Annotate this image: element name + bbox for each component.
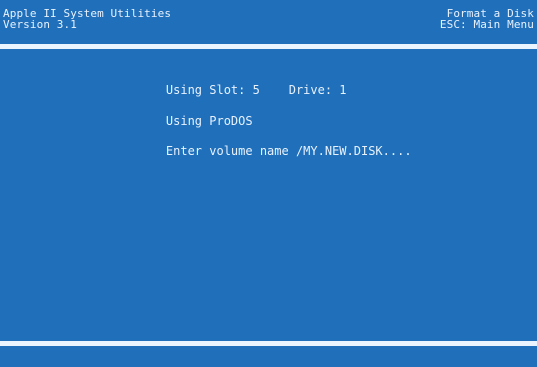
header-right: Format a Disk ESC: Main Menu <box>440 8 534 30</box>
header-rule <box>0 44 537 49</box>
escape-main-menu-hint[interactable]: ESC: Main Menu <box>440 19 534 30</box>
footer-rule <box>0 341 537 346</box>
volume-name-line[interactable]: Enter volume name /MY.NEW.DISK.... <box>137 133 421 169</box>
volume-name-prompt[interactable]: Enter volume name /MY.NEW.DISK.... <box>166 144 412 158</box>
drive-label: Drive: 1 <box>288 83 347 97</box>
slot-label: Using Slot: 5 <box>165 83 260 97</box>
system-label: Using ProDOS <box>165 114 253 128</box>
app-version: Version 3.1 <box>3 18 77 31</box>
header-left: Apple II System Utilities Version 3.1 <box>3 8 171 30</box>
apple-ii-system-utilities-screen: Apple II System Utilities Version 3.1 Fo… <box>0 0 537 367</box>
